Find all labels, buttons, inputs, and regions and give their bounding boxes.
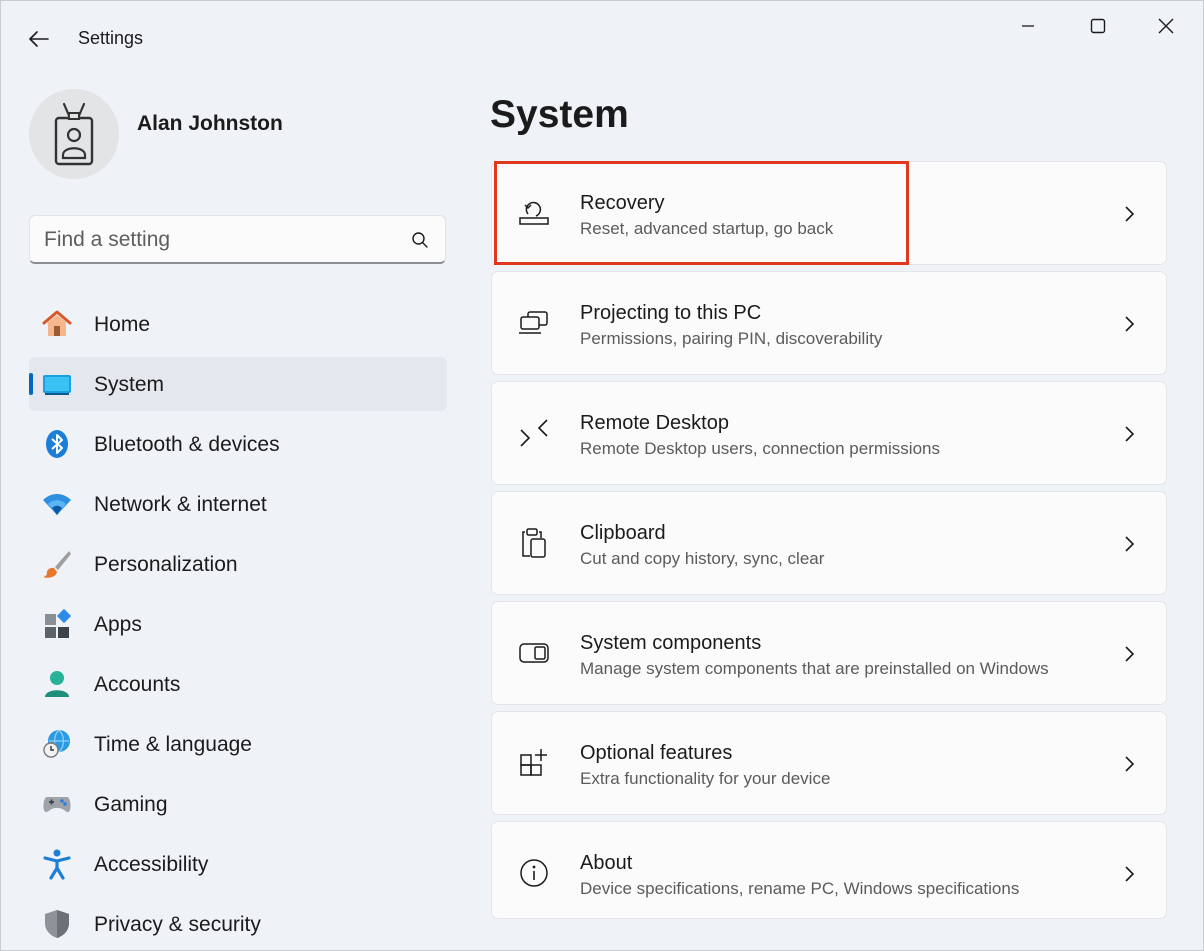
maximize-icon <box>1090 18 1106 34</box>
user-name: Alan Johnston <box>137 112 283 135</box>
sidebar-item-accessibility[interactable]: Accessibility <box>29 837 447 891</box>
sidebar-item-home[interactable]: Home <box>29 297 447 351</box>
sidebar-item-label: System <box>94 373 165 396</box>
card-title: Projecting to this PC <box>580 302 762 324</box>
card-system-components[interactable]: System components Manage system componen… <box>491 601 1167 705</box>
apps-icon <box>41 608 73 640</box>
sidebar-item-label: Accessibility <box>94 853 209 876</box>
search-icon[interactable] <box>410 230 430 250</box>
info-icon <box>516 855 552 891</box>
settings-window: Settings Alan Johnston Find a setting Ho… <box>0 0 1204 951</box>
shield-icon <box>41 908 73 940</box>
brush-icon <box>41 548 73 580</box>
sidebar-item-label: Gaming <box>94 793 168 816</box>
card-subtitle: Manage system components that are preins… <box>580 659 1049 678</box>
sidebar-item-network[interactable]: Network & internet <box>29 477 447 531</box>
chevron-right-icon <box>1125 866 1135 882</box>
sidebar-item-label: Accounts <box>94 673 181 696</box>
minimize-button[interactable] <box>1005 9 1051 43</box>
chevron-right-icon <box>1125 756 1135 772</box>
card-title: Optional features <box>580 742 733 764</box>
card-subtitle: Reset, advanced startup, go back <box>580 219 834 238</box>
title-bar: Settings <box>1 1 1203 77</box>
search-box[interactable] <box>29 215 446 264</box>
account-icon <box>41 668 73 700</box>
clipboard-icon <box>516 525 552 561</box>
bluetooth-icon <box>41 428 73 460</box>
card-subtitle: Device specifications, rename PC, Window… <box>580 879 1020 898</box>
optional-features-icon <box>516 745 552 781</box>
sidebar-item-privacy-security[interactable]: Privacy & security <box>29 897 447 951</box>
sidebar-item-gaming[interactable]: Gaming <box>29 777 447 831</box>
card-recovery[interactable]: Recovery Reset, advanced startup, go bac… <box>491 161 1167 265</box>
remote-desktop-icon <box>516 415 552 451</box>
card-subtitle: Permissions, pairing PIN, discoverabilit… <box>580 329 883 348</box>
card-subtitle: Remote Desktop users, connection permiss… <box>580 439 940 458</box>
accessibility-icon <box>41 848 73 880</box>
sidebar-item-label: Network & internet <box>94 493 267 516</box>
card-title: Clipboard <box>580 522 666 544</box>
avatar[interactable] <box>29 89 119 179</box>
sidebar-item-label: Bluetooth & devices <box>94 433 280 456</box>
sidebar-item-label: Apps <box>94 613 142 636</box>
system-components-icon <box>516 635 552 671</box>
card-subtitle: Cut and copy history, sync, clear <box>580 549 825 568</box>
chevron-right-icon <box>1125 536 1135 552</box>
sidebar-item-accounts[interactable]: Accounts <box>29 657 447 711</box>
maximize-button[interactable] <box>1075 9 1121 43</box>
sidebar-item-label: Privacy & security <box>94 913 261 936</box>
close-icon <box>1158 18 1174 34</box>
badge-icon <box>54 102 94 166</box>
sidebar-nav: Home System Bluetooth & devices Network … <box>29 297 447 951</box>
wifi-icon <box>41 488 73 520</box>
sidebar-item-label: Home <box>94 313 151 336</box>
card-projecting[interactable]: Projecting to this PC Permissions, pairi… <box>491 271 1167 375</box>
minimize-icon <box>1022 25 1034 27</box>
chevron-right-icon <box>1125 316 1135 332</box>
sidebar-item-bluetooth[interactable]: Bluetooth & devices <box>29 417 447 471</box>
close-button[interactable] <box>1143 9 1189 43</box>
card-remote-desktop[interactable]: Remote Desktop Remote Desktop users, con… <box>491 381 1167 485</box>
sidebar-item-personalization[interactable]: Personalization <box>29 537 447 591</box>
chevron-right-icon <box>1125 206 1135 222</box>
search-input[interactable] <box>44 226 394 254</box>
card-subtitle: Extra functionality for your device <box>580 769 831 788</box>
chevron-right-icon <box>1125 426 1135 442</box>
home-icon <box>41 308 73 340</box>
sidebar-item-time-language[interactable]: Time & language <box>29 717 447 771</box>
sidebar-item-label: Personalization <box>94 553 238 576</box>
card-optional-features[interactable]: Optional features Extra functionality fo… <box>491 711 1167 815</box>
projecting-icon <box>516 305 552 341</box>
system-icon <box>41 368 73 400</box>
sidebar-item-apps[interactable]: Apps <box>29 597 447 651</box>
page-title: System <box>490 93 629 136</box>
card-title: Recovery <box>580 192 665 214</box>
globe-clock-icon <box>41 728 73 760</box>
card-about[interactable]: About Device specifications, rename PC, … <box>491 821 1167 919</box>
card-title: System components <box>580 632 762 654</box>
back-button[interactable] <box>21 23 57 55</box>
card-title: Remote Desktop <box>580 412 729 434</box>
sidebar-item-label: Time & language <box>94 733 252 756</box>
chevron-right-icon <box>1125 646 1135 662</box>
gamepad-icon <box>41 788 73 820</box>
sidebar-item-system[interactable]: System <box>29 357 447 411</box>
card-title: About <box>580 852 633 874</box>
recovery-icon <box>516 195 552 231</box>
settings-list: Recovery Reset, advanced startup, go bac… <box>491 161 1167 925</box>
app-title: Settings <box>78 28 144 48</box>
card-clipboard[interactable]: Clipboard Cut and copy history, sync, cl… <box>491 491 1167 595</box>
back-arrow-icon <box>29 31 49 47</box>
